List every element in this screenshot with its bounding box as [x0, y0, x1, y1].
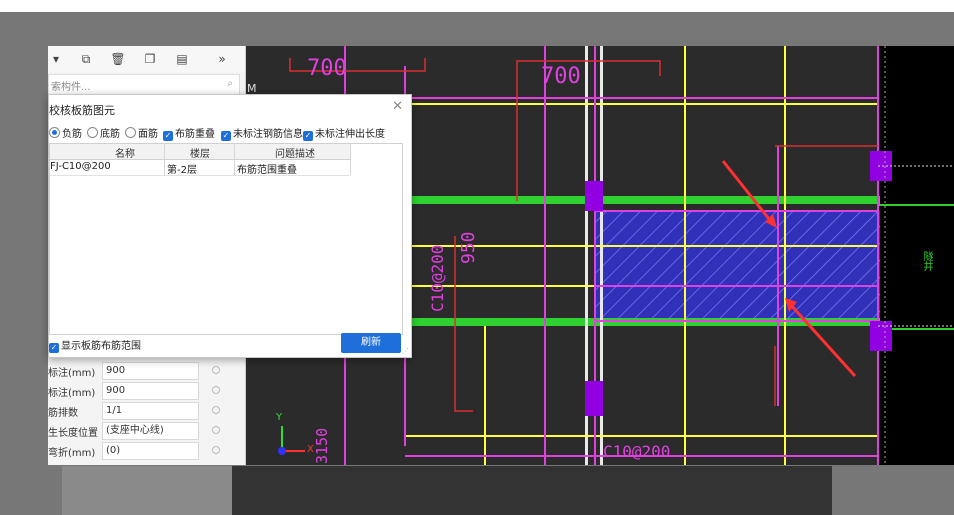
checkbox-checked-icon: ✓ — [49, 343, 59, 353]
row-issue: 布筋范围重叠 — [237, 165, 297, 176]
result-table: 名称 楼层 问题描述 FJ-C10@200 第-2层 布筋范围重叠 — [49, 143, 403, 335]
cad-dim-3150: 3150 — [313, 427, 331, 464]
radio-top[interactable]: 面筋 — [125, 125, 158, 140]
property-label: 筋排数 — [48, 408, 78, 419]
checkbox-checked-icon: ✓ — [163, 131, 173, 141]
property-dot-icon — [212, 366, 220, 374]
checkbox-checked-icon: ✓ — [221, 131, 231, 141]
cad-dim-700-b: 700 — [541, 64, 581, 89]
header-name: 名称 — [115, 149, 135, 160]
radio-bottom-label: 底筋 — [100, 129, 120, 140]
property-row: 标注(mm) 900 — [48, 382, 245, 400]
property-row: 筋排数 1/1 — [48, 402, 245, 420]
property-label: 标注(mm) — [48, 388, 96, 399]
property-dot-icon — [212, 426, 220, 434]
axis-x-label: X — [307, 444, 314, 455]
check-slab-rebar-dialog: 校核板筋图元 ✕ 负筋 底筋 面筋 ✓ 布筋重叠 ✓ 未标注钢筋信息 ✓ 未标注伸出长… — [48, 94, 412, 358]
radio-off-icon — [87, 127, 98, 138]
search-placeholder: 索构件... — [51, 82, 91, 93]
ghost-canvas — [232, 466, 832, 515]
check-overlap-label: 布筋重叠 — [175, 129, 215, 140]
property-dot-icon — [212, 406, 220, 414]
cad-label-well: 隧井 — [921, 251, 932, 271]
ghost-panel — [62, 466, 232, 515]
duplicate-icon[interactable]: ❐ — [142, 51, 158, 67]
show-range-checkbox[interactable]: ✓ 显示板筋布筋范围 — [49, 337, 141, 353]
radio-negative-label: 负筋 — [62, 129, 82, 140]
check-unmarked-length[interactable]: ✓ 未标注伸出长度 — [303, 125, 385, 141]
property-value[interactable]: (0) — [102, 442, 199, 460]
property-label: 生长度位置 — [48, 428, 98, 439]
search-icon[interactable]: ⌕ — [227, 78, 233, 89]
property-value[interactable]: (支座中心线) — [102, 422, 199, 440]
property-label: 标注(mm) — [48, 368, 96, 379]
dropdown-arrow-icon[interactable]: ▾ — [48, 51, 64, 67]
cad-dim-c10: C10@200 — [428, 244, 447, 312]
beam-top — [395, 196, 880, 204]
copy-icon[interactable]: ⧉ — [78, 51, 94, 67]
toolbar: ▾ ⧉ 🗑 ❐ ▤ » — [48, 46, 245, 72]
header-issue: 问题描述 — [275, 149, 315, 160]
property-value[interactable]: 1/1 — [102, 402, 199, 420]
close-icon[interactable]: ✕ — [392, 99, 403, 114]
cad-dim-c10-bottom: C10@200 — [603, 442, 671, 461]
top-strip — [0, 0, 954, 12]
dialog-title: 校核板筋图元 — [49, 104, 115, 117]
check-overlap[interactable]: ✓ 布筋重叠 — [163, 125, 215, 141]
hatched-slab — [595, 211, 880, 321]
cad-dim-950: 950 — [458, 231, 479, 264]
radio-top-label: 面筋 — [138, 129, 158, 140]
check-unmarked-length-label: 未标注伸出长度 — [315, 129, 385, 140]
property-value[interactable]: 900 — [102, 362, 199, 380]
property-dot-icon — [212, 446, 220, 454]
check-unmarked-info[interactable]: ✓ 未标注钢筋信息 — [221, 125, 303, 141]
property-row: 标注(mm) 900 — [48, 362, 245, 380]
row-floor: 第-2层 — [167, 165, 197, 176]
property-row: 生长度位置 (支座中心线) — [48, 422, 245, 440]
table-header: 名称 楼层 问题描述 — [50, 144, 350, 160]
delete-icon[interactable]: 🗑 — [110, 51, 126, 67]
radio-off-icon — [125, 127, 136, 138]
axis-y-label: Y — [276, 412, 283, 423]
checkbox-checked-icon: ✓ — [303, 131, 313, 141]
header-floor: 楼层 — [190, 149, 210, 160]
property-row: 弯折(mm) (0) — [48, 442, 245, 460]
save-icon[interactable]: ▤ — [174, 51, 190, 67]
refresh-button[interactable]: 刷新 — [341, 333, 401, 353]
row-name: FJ-C10@200 — [50, 161, 111, 172]
property-dot-icon — [212, 386, 220, 394]
show-range-label: 显示板筋布筋范围 — [61, 341, 141, 352]
more-icon[interactable]: » — [214, 51, 230, 67]
property-label: 弯折(mm) — [48, 448, 96, 459]
radio-bottom[interactable]: 底筋 — [87, 125, 120, 140]
property-value[interactable]: 900 — [102, 382, 199, 400]
dialog-footer: ✓ 显示板筋布筋范围 刷新 ⋰ — [49, 333, 411, 357]
radio-negative[interactable]: 负筋 — [49, 125, 82, 140]
radio-on-icon — [49, 127, 60, 138]
resize-grip-icon[interactable]: ⋰ — [402, 347, 409, 355]
cad-dim-700-a: 700 — [307, 56, 347, 81]
table-row[interactable]: FJ-C10@200 第-2层 布筋范围重叠 — [50, 160, 350, 176]
check-unmarked-info-label: 未标注钢筋信息 — [233, 129, 303, 140]
